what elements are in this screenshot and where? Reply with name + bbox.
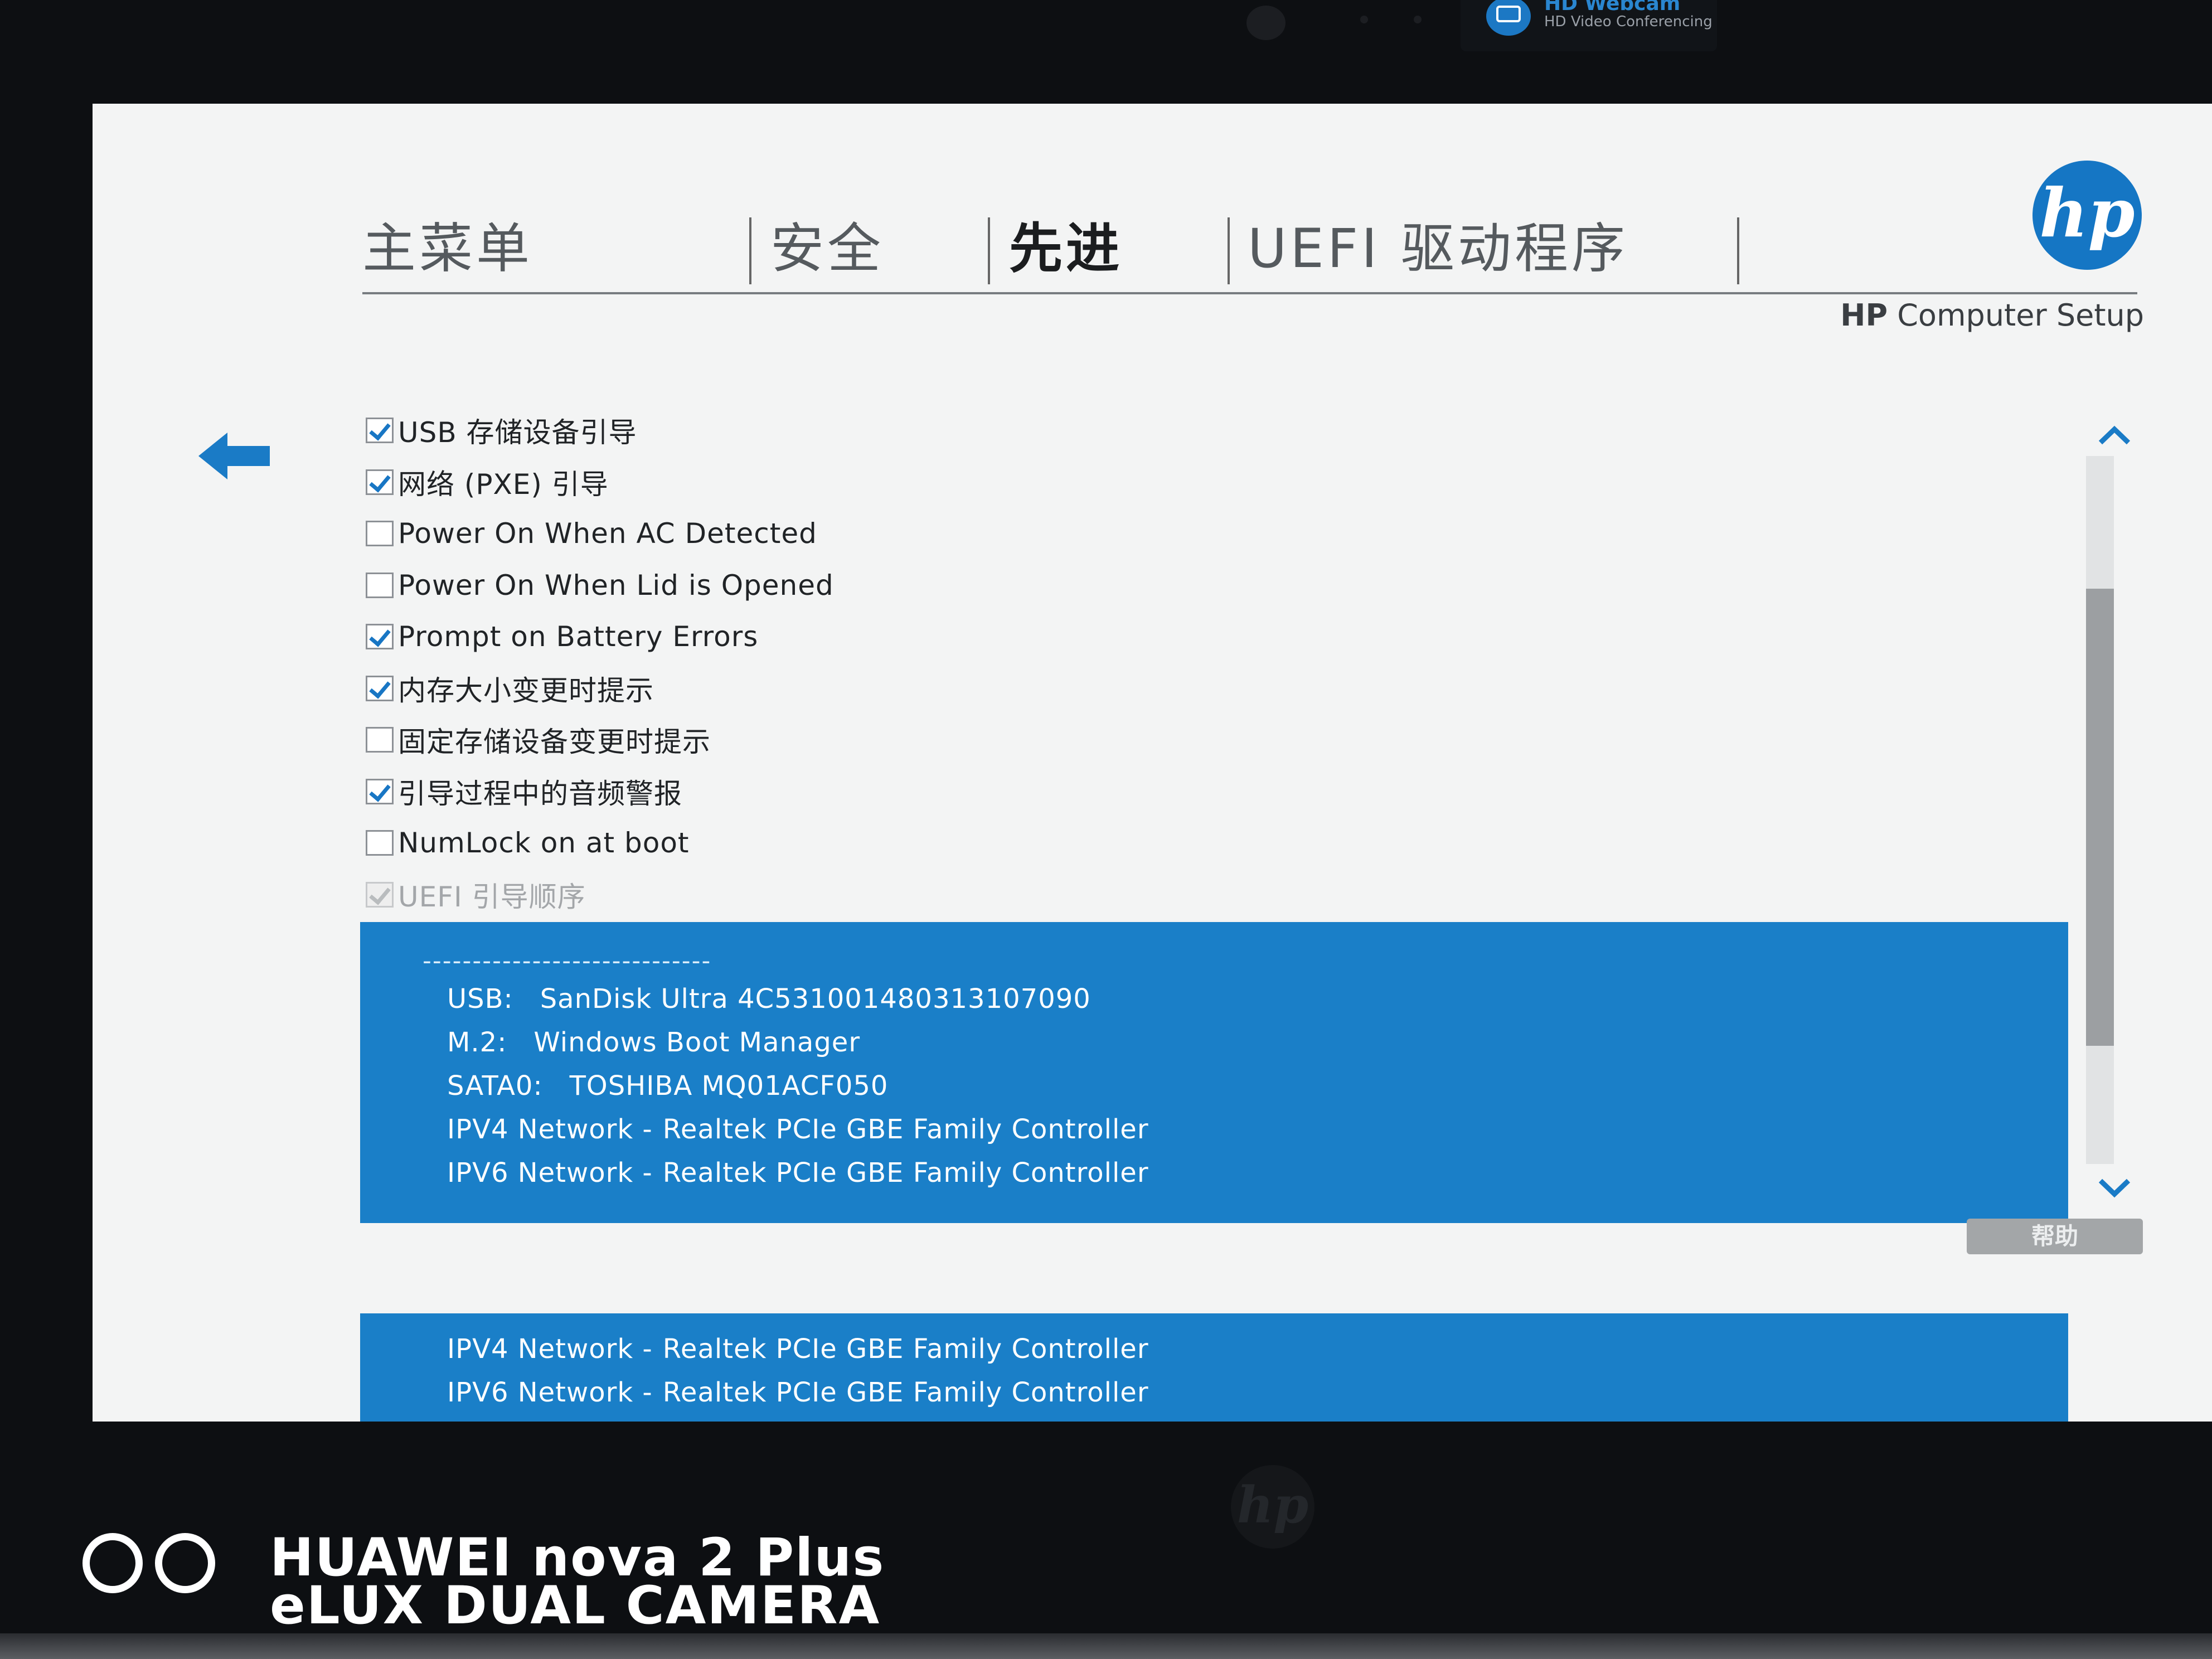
scroll-up-icon[interactable] xyxy=(2095,421,2134,449)
webcam-subtitle: HD Video Conferencing xyxy=(1544,13,1713,30)
option-label: 引导过程中的音频警报 xyxy=(398,777,682,810)
camera-lens xyxy=(1246,6,1286,40)
tab-main-menu[interactable]: 主菜单 xyxy=(362,210,533,288)
option-label: Power On When AC Detected xyxy=(398,517,817,550)
tab-separator xyxy=(988,217,990,284)
option-label: 网络 (PXE) 引导 xyxy=(398,468,609,501)
setup-title: HP Computer Setup xyxy=(1832,298,2144,333)
option-power-on-ac[interactable]: Power On When AC Detected xyxy=(366,508,1481,560)
boot-entry-usb[interactable]: USB: SanDisk Ultra 4C531001480313107090 xyxy=(447,983,1091,1015)
option-usb-boot[interactable]: USB 存储设备引导 xyxy=(366,405,1481,457)
option-label: 固定存储设备变更时提示 xyxy=(398,726,711,759)
boot-entry-value: SanDisk Ultra 4C531001480313107090 xyxy=(540,983,1091,1015)
boot-order-list-ghost: IPV4 Network - Realtek PCIe GBE Family Co… xyxy=(360,1313,2068,1422)
tab-bar: 主菜单 安全 先进 UEFI 驱动程序 xyxy=(362,210,1923,397)
webcam-icon xyxy=(1486,0,1531,36)
setup-title-text: Computer Setup xyxy=(1897,298,2144,333)
boot-entry-m2[interactable]: M.2: Windows Boot Manager xyxy=(447,1027,860,1058)
tab-security[interactable]: 安全 xyxy=(770,210,884,288)
boot-entry-key: USB: xyxy=(447,983,513,1015)
hp-bezel-logo: hp xyxy=(1231,1465,1314,1549)
webcam-badge: HD Webcam HD Video Conferencing xyxy=(1461,0,1717,51)
help-button[interactable]: 帮助 xyxy=(1967,1219,2143,1254)
boot-entry-value: Realtek PCIe GBE Family Controller xyxy=(662,1377,1149,1408)
option-numlock[interactable]: NumLock on at boot xyxy=(366,817,1481,869)
boot-entry-key: IPV4 Network - xyxy=(447,1114,653,1145)
options-list: USB 存储设备引导 网络 (PXE) 引导 Power On When AC … xyxy=(366,405,1481,920)
scroll-down-icon[interactable] xyxy=(2095,1174,2134,1202)
laptop-base-edge xyxy=(0,1633,2212,1659)
option-label: Prompt on Battery Errors xyxy=(398,620,759,653)
checkbox[interactable] xyxy=(366,624,394,650)
hp-logo: hp xyxy=(2032,161,2142,270)
boot-entry-key: IPV6 Network - xyxy=(447,1157,653,1189)
bios-screen: 主菜单 安全 先进 UEFI 驱动程序 hp HP Computer Setup… xyxy=(93,104,2212,1422)
option-power-on-lid[interactable]: Power On When Lid is Opened xyxy=(366,560,1481,612)
webcam-title: HD Webcam xyxy=(1544,0,1681,15)
boot-entry-key: IPV6 Network - xyxy=(447,1377,653,1408)
camera-sensor xyxy=(1414,16,1422,23)
boot-order-separator: ----------------------------- xyxy=(423,947,712,975)
option-battery-errors[interactable]: Prompt on Battery Errors xyxy=(366,611,1481,663)
back-arrow-icon[interactable] xyxy=(198,433,271,479)
checkbox[interactable] xyxy=(366,830,394,856)
option-uefi-boot-order: UEFI 引导顺序 xyxy=(366,869,1481,921)
boot-entry-ipv4[interactable]: IPV4 Network - Realtek PCIe GBE Family Co… xyxy=(447,1114,1149,1145)
checkbox[interactable] xyxy=(366,675,394,701)
tab-underline xyxy=(362,292,2137,294)
tab-separator xyxy=(1737,217,1739,284)
checkbox[interactable] xyxy=(366,727,394,753)
boot-entry-value: Windows Boot Manager xyxy=(533,1027,861,1058)
tab-advanced[interactable]: 先进 xyxy=(1009,210,1123,288)
checkbox[interactable] xyxy=(366,469,394,495)
boot-entry-value: Realtek PCIe GBE Family Controller xyxy=(662,1114,1149,1145)
tab-uefi-drivers[interactable]: UEFI 驱动程序 xyxy=(1248,210,1628,288)
boot-entry-key: IPV4 Network - xyxy=(447,1333,653,1365)
option-storage-change-prompt[interactable]: 固定存储设备变更时提示 xyxy=(366,714,1481,766)
boot-entry-ipv4-ghost: IPV4 Network - Realtek PCIe GBE Family Co… xyxy=(447,1333,1149,1365)
option-label: USB 存储设备引导 xyxy=(398,416,637,449)
boot-entry-ipv6-ghost: IPV6 Network - Realtek PCIe GBE Family Co… xyxy=(447,1377,1149,1408)
boot-entry-value: TOSHIBA MQ01ACF050 xyxy=(569,1070,889,1102)
checkbox[interactable] xyxy=(366,418,394,444)
boot-entry-ipv6[interactable]: IPV6 Network - Realtek PCIe GBE Family Co… xyxy=(447,1157,1149,1189)
checkbox[interactable] xyxy=(366,521,394,547)
boot-entry-key: SATA0: xyxy=(447,1070,543,1102)
option-memory-change-prompt[interactable]: 内存大小变更时提示 xyxy=(366,663,1481,715)
boot-entry-sata0[interactable]: SATA0: TOSHIBA MQ01ACF050 xyxy=(447,1070,888,1102)
checkbox[interactable] xyxy=(366,572,394,598)
option-pxe-boot[interactable]: 网络 (PXE) 引导 xyxy=(366,457,1481,508)
watermark-line2: eLUX DUAL CAMERA xyxy=(270,1575,881,1636)
tab-separator xyxy=(1228,217,1230,284)
boot-entry-value: Realtek PCIe GBE Family Controller xyxy=(662,1333,1149,1365)
scrollbar-thumb[interactable] xyxy=(2086,589,2114,1046)
boot-entry-value: Realtek PCIe GBE Family Controller xyxy=(662,1157,1149,1189)
option-boot-audio-alert[interactable]: 引导过程中的音频警报 xyxy=(366,766,1481,818)
option-label: 内存大小变更时提示 xyxy=(398,674,654,707)
boot-order-list[interactable]: ----------------------------- USB: SanDis… xyxy=(360,922,2068,1223)
camera-indicator xyxy=(1360,16,1368,23)
tab-separator xyxy=(749,217,751,284)
boot-entry-key: M.2: xyxy=(447,1027,507,1058)
option-label: NumLock on at boot xyxy=(398,827,690,860)
checkbox[interactable] xyxy=(366,778,394,804)
option-label: UEFI 引导顺序 xyxy=(398,880,586,913)
checkbox xyxy=(366,881,394,908)
option-label: Power On When Lid is Opened xyxy=(398,569,834,601)
camera-watermark: HUAWEI nova 2 Plus eLUX DUAL CAMERA xyxy=(83,1527,884,1636)
setup-brand: HP xyxy=(1840,298,1888,333)
